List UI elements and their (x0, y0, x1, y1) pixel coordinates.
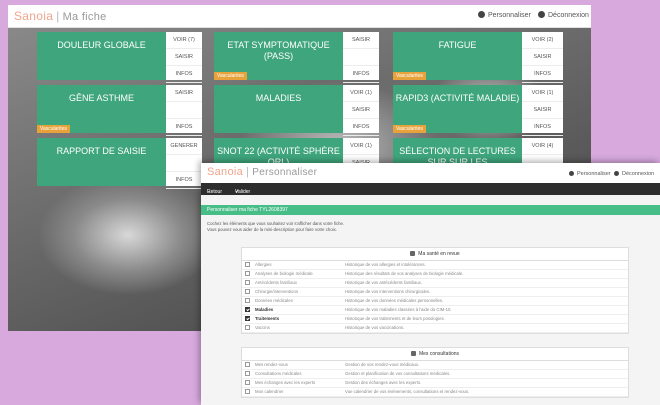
list-item[interactable]: Mon calendrier Vue calendrier de vos évén… (242, 388, 628, 397)
panel-heading: Ma santé en revue (242, 248, 628, 261)
list-item[interactable]: Consultations médicales Gestion et planif… (242, 370, 628, 379)
personalize-button[interactable]: Personnaliser (478, 11, 531, 19)
checkbox[interactable] (245, 380, 250, 385)
tile-title: MALADIES (214, 85, 343, 133)
list-item[interactable]: Analyses de biologie médicale Historique … (242, 270, 628, 279)
tag-badge: Vascularites (214, 72, 247, 80)
checkbox[interactable] (245, 280, 250, 285)
tile-action-empty (166, 102, 202, 119)
list-item[interactable]: Traitements Historique de vos traitements… (242, 315, 628, 324)
page-title: Personnaliser (252, 167, 318, 178)
checkbox-checked[interactable] (245, 316, 250, 321)
panel-mes-consultations: Mes consultations Mes rendez-vous Gestion… (241, 347, 629, 398)
checkbox[interactable] (245, 371, 250, 376)
tile-action-empty (343, 49, 379, 66)
tile-action-saisir[interactable]: SAISIR (522, 102, 563, 119)
tile-fatigue: FATIGUE VOIR (2) SAISIR INFOS Vascularit… (393, 32, 563, 83)
list-item[interactable]: Vaccins Historique de vos vaccinations. (242, 324, 628, 333)
tile-action-infos[interactable]: INFOS (166, 172, 202, 189)
tile-title: DOULEUR GLOBALE (37, 32, 166, 80)
tile-action-generer[interactable]: GENERER (166, 138, 202, 155)
tile-rapport-de-saisie: RAPPORT DE SAISIE GENERER INFOS (37, 138, 202, 189)
panel-heading: Mes consultations (242, 348, 628, 361)
checkbox[interactable] (245, 262, 250, 267)
tile-action-saisir[interactable]: SAISIR (343, 102, 379, 119)
app-header: Sanoia | Ma fiche Personnaliser Déconnexio… (8, 5, 591, 28)
list-item[interactable]: Chirurgie/interventions Historique de vos… (242, 288, 628, 297)
checkbox[interactable] (245, 325, 250, 330)
gear-icon (478, 11, 485, 18)
tag-badge: Vascularites (393, 72, 426, 80)
tile-action-infos[interactable]: INFOS (522, 119, 563, 136)
list-item[interactable]: Données médicales Historique de vos donné… (242, 297, 628, 306)
tile-action-infos[interactable]: INFOS (166, 66, 202, 83)
app-brand: Sanoia | Ma fiche (14, 9, 107, 23)
tile-action-empty (166, 155, 202, 172)
checkbox-checked[interactable] (245, 307, 250, 312)
tag-badge: Vascularites (393, 125, 426, 133)
tile-action-voir[interactable]: VOIR (4) (522, 138, 563, 155)
tile-action-voir[interactable]: VOIR (1) (343, 138, 379, 155)
app-header: Sanoia | Personnaliser Personnaliser Décon… (201, 163, 660, 183)
personalize-window: Sanoia | Personnaliser Personnaliser Décon… (201, 163, 660, 405)
power-icon (538, 11, 545, 18)
tile-action-saisir[interactable]: SAISIR (166, 85, 202, 102)
checkbox[interactable] (245, 289, 250, 294)
checkbox[interactable] (245, 362, 250, 367)
tile-action-infos[interactable]: INFOS (522, 66, 563, 83)
action-toolbar: ← Retour ✔ Valider (201, 183, 660, 195)
tile-action-saisir[interactable]: SAISIR (343, 32, 379, 49)
page-banner: Personnaliser ma fiche TYL2608397 (201, 205, 660, 215)
tile-action-voir[interactable]: VOIR (7) (166, 32, 202, 49)
tile-action-voir[interactable]: VOIR (2) (522, 32, 563, 49)
gear-icon (569, 171, 574, 176)
list-item[interactable]: Maladies Historique de vos maladies class… (242, 306, 628, 315)
tag-badge: Vascularites (37, 125, 70, 133)
intro-text: Cochez les éléments que vous souhaitez v… (207, 221, 345, 232)
stethoscope-icon (410, 351, 416, 356)
logout-button[interactable]: Déconnexion (614, 171, 654, 177)
list-item[interactable]: Mes échanges avec les experts Gestion des… (242, 379, 628, 388)
tile-title: RAPPORT DE SAISIE (37, 138, 166, 186)
list-item[interactable]: Antécédents familiaux Historique de vos a… (242, 279, 628, 288)
tile-etat-symptomatique: ETAT SYMPTOMATIQUE (PASS) SAISIR INFOS V… (214, 32, 379, 83)
checkbox[interactable] (245, 298, 250, 303)
tile-gene-asthme: GÊNE ASTHME SAISIR INFOS Vascularites (37, 85, 202, 136)
panel-ma-sante: Ma santé en revue Allergies Historique de… (241, 247, 629, 334)
tile-action-voir[interactable]: VOIR (1) (522, 85, 563, 102)
checkbox[interactable] (245, 389, 250, 394)
tile-douleur-globale: DOULEUR GLOBALE VOIR (7) SAISIR INFOS (37, 32, 202, 83)
tile-action-infos[interactable]: INFOS (166, 119, 202, 136)
personalize-button[interactable]: Personnaliser (569, 171, 611, 177)
tile-maladies: MALADIES VOIR (1) SAISIR INFOS (214, 85, 379, 136)
page-title: Ma fiche (62, 11, 107, 23)
list-item[interactable]: Allergies Historique de vos allergies et … (242, 261, 628, 270)
heart-icon (410, 251, 416, 256)
tile-rapid3: RAPID3 (ACTIVITÉ MALADIE) VOIR (1) SAISI… (393, 85, 563, 136)
app-brand: Sanoia | Personnaliser (207, 166, 318, 178)
tile-action-infos[interactable]: INFOS (343, 119, 379, 136)
logout-button[interactable]: Déconnexion (538, 11, 589, 19)
power-icon (614, 171, 619, 176)
list-item[interactable]: Mes rendez-vous Gestion de vos rendez-vou… (242, 361, 628, 370)
brand-logo[interactable]: Sanoia (14, 9, 53, 23)
brand-logo[interactable]: Sanoia (207, 166, 243, 178)
tile-action-voir[interactable]: VOIR (1) (343, 85, 379, 102)
tile-action-infos[interactable]: INFOS (343, 66, 379, 83)
checkbox[interactable] (245, 271, 250, 276)
tile-action-saisir[interactable]: SAISIR (166, 49, 202, 66)
tile-action-saisir[interactable]: SAISIR (522, 49, 563, 66)
